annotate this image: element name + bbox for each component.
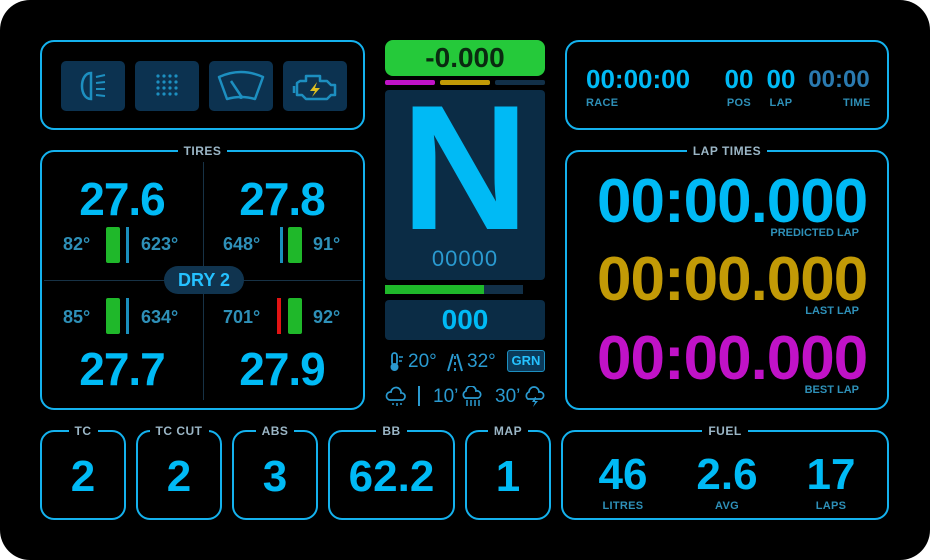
air-temp-icon [390,352,403,371]
tire-rl-gauge-side [126,298,129,334]
track-temp-value: 32° [467,351,496,372]
abs-value: 3 [262,452,288,501]
clock-value: 00:00 [808,66,870,93]
tc-cut-label: TC CUT [149,424,209,438]
rain-icon [462,386,482,406]
tire-rr-pressure: 27.9 [239,343,326,395]
fuel-laps-value: 17 [806,450,856,499]
tc-cut-box[interactable]: TC CUT 2 [136,424,222,520]
fuel-litres-label: LITRES [602,500,644,512]
tire-fl-pressure: 27.6 [79,173,166,225]
cloud-icon [385,386,406,406]
best-lap-label: BEST LAP [804,384,859,396]
map-label: MAP [487,424,529,438]
tc-cut-value: 2 [166,452,192,501]
tires-panel: TIRES 27.6 82° 623° 27.8 648° 91° 85° 63… [40,144,365,410]
fuel-avg-label: AVG [715,500,739,512]
tire-fr-temp-left: 648° [223,234,261,254]
storm-icon [525,386,545,407]
tire-compound-badge: DRY 2 [164,266,244,294]
race-time-value: 00:00:00 [586,64,691,94]
tire-fl-gauge-side [126,227,129,263]
race-panel: 00:00:00 RACE 00 POS 00 LAP 00:00 TIME [565,40,889,130]
map-value: 1 [495,452,521,501]
tire-fr-gauge-side [280,227,283,263]
speed-value: 000 [441,304,489,335]
track-temp-icon [447,353,463,372]
tire-fl-temp-left: 82° [63,234,91,254]
indicator-panel [40,40,365,130]
weather-divider [418,386,420,406]
forecast-10-value: 10’ [433,386,459,407]
fuel-litres-value: 46 [598,450,648,499]
forecast-30-value: 30’ [495,386,521,407]
tire-rl-temp-right: 634° [141,307,179,327]
tire-rl-gauge [106,298,120,334]
fuel-title: FUEL [702,424,748,438]
lap-times-title: LAP TIMES [686,144,768,158]
dashboard: TIRES 27.6 82° 623° 27.8 648° 91° 85° 63… [0,0,930,560]
bb-value: 62.2 [348,452,435,501]
tire-fl-temp-right: 623° [141,234,179,254]
flag-badge: GRN [507,350,545,372]
lap-times-panel: LAP TIMES 00:00.000 PREDICTED LAP 00:00.… [565,144,889,410]
tc-box[interactable]: TC 2 [40,424,126,520]
last-lap-label: LAST LAP [805,305,859,317]
lap-value: 00 [766,64,796,94]
clock-label: TIME [843,97,871,109]
engine-icon[interactable] [283,61,347,111]
tire-fr-temp-right: 91° [313,234,341,254]
bb-label: BB [376,424,407,438]
lap-label: LAP [769,97,793,109]
tire-rr-gauge [288,298,302,334]
tc-label: TC [68,424,98,438]
rain-light-icon[interactable] [135,61,199,111]
tire-rl-pressure: 27.7 [79,343,166,395]
tires-title: TIRES [177,144,228,158]
abs-box[interactable]: ABS 3 [232,424,318,520]
bb-box[interactable]: BB 62.2 [328,424,455,520]
air-temp-value: 20° [408,351,437,372]
throttle-bar-track [385,285,523,294]
headlight-icon[interactable] [61,61,125,111]
speed-box: 000 [385,300,545,340]
position-label: POS [726,97,752,109]
tire-rr-temp-left: 701° [223,307,261,327]
tire-rl-temp-left: 85° [63,307,91,327]
fuel-laps-label: LAPS [815,500,847,512]
tire-fr-gauge [288,227,302,263]
tire-fl-gauge [106,227,120,263]
rpm-value: 00000 [431,246,499,271]
predicted-lap-label: PREDICTED LAP [770,227,859,239]
fuel-panel: FUEL 46 LITRES 2.6 AVG 17 LAPS [561,424,889,520]
race-time-label: RACE [586,97,619,109]
tire-rr-temp-right: 92° [313,307,341,327]
tc-value: 2 [70,452,96,501]
gear-box: N 00000 [385,78,545,280]
throttle-bar-fill [385,285,485,294]
wiper-icon[interactable] [209,61,273,111]
fuel-avg-value: 2.6 [696,450,758,499]
position-value: 00 [724,64,754,94]
abs-label: ABS [255,424,295,438]
tire-rr-gauge-side [277,298,281,334]
gear-value: N [400,68,530,267]
map-box[interactable]: MAP 1 [465,424,551,520]
tire-fr-pressure: 27.8 [239,173,326,225]
